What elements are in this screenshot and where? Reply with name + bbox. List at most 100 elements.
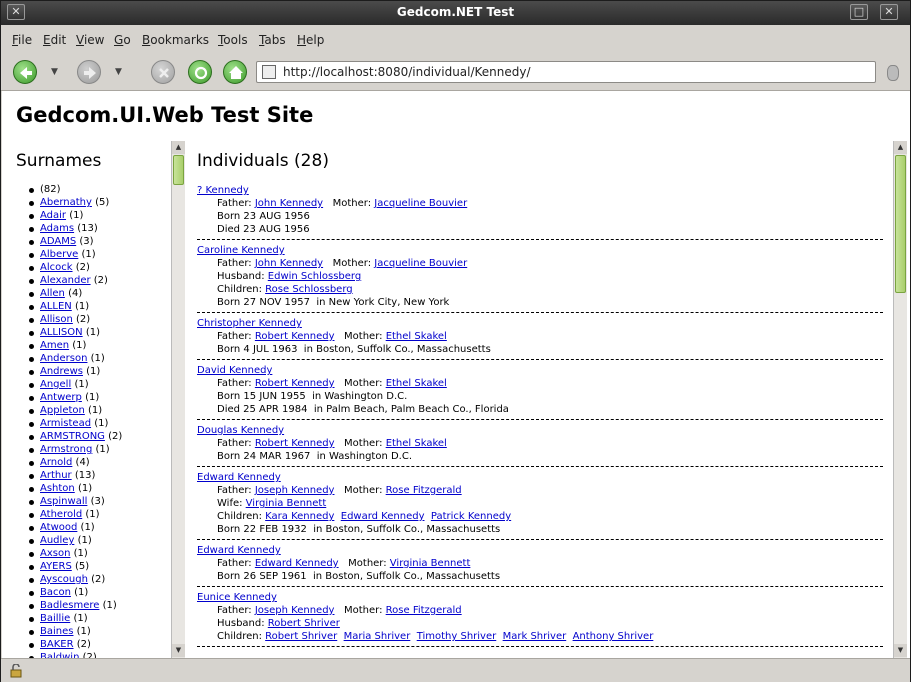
forward-arrow-icon[interactable] <box>77 60 101 84</box>
surname-link[interactable]: Axson <box>40 548 70 559</box>
surname-link[interactable]: Badlesmere <box>40 600 99 611</box>
surname-item: ARMSTRONG (2) <box>28 430 122 443</box>
surname-link[interactable]: Arthur <box>40 470 72 481</box>
surname-link[interactable]: Armistead <box>40 418 91 429</box>
surname-link[interactable]: Antwerp <box>40 392 82 403</box>
surname-link[interactable]: Andrews <box>40 366 83 377</box>
surnames-scrollbar[interactable]: ▲ ▼ <box>171 141 185 658</box>
surname-link[interactable]: Armstrong <box>40 444 92 455</box>
forward-history-chevron-icon[interactable]: ▼ <box>115 67 122 77</box>
relative-link[interactable]: Maria Shriver <box>344 631 411 642</box>
relative-link[interactable]: Virginia Bennett <box>390 558 471 569</box>
menu-bookmarks[interactable]: Bookmarks <box>142 33 209 47</box>
individual-name-link[interactable]: Caroline Kennedy <box>197 245 285 256</box>
surname-link[interactable]: Aspinwall <box>40 496 87 507</box>
surname-link[interactable]: BAKER <box>40 639 74 650</box>
surname-link[interactable]: ADAMS <box>40 236 76 247</box>
scrollbar-thumb[interactable] <box>895 155 906 293</box>
surname-link[interactable]: Abernathy <box>40 197 92 208</box>
menu-tools[interactable]: Tools <box>218 33 248 47</box>
surname-link[interactable]: Alberve <box>40 249 78 260</box>
relative-link[interactable]: Edward Kennedy <box>341 511 425 522</box>
back-arrow-icon[interactable] <box>13 60 37 84</box>
individual-name-link[interactable]: David Kennedy <box>197 365 272 376</box>
surname-link[interactable]: Amen <box>40 340 69 351</box>
relative-link[interactable]: Ethel Skakel <box>386 438 447 449</box>
surname-link[interactable]: Anderson <box>40 353 87 364</box>
relative-link[interactable]: Jacqueline Bouvier <box>374 258 467 269</box>
relative-link[interactable]: Robert Kennedy <box>255 331 335 342</box>
relative-link[interactable]: Robert Shriver <box>268 618 340 629</box>
relative-link[interactable]: Ethel Skakel <box>386 378 447 389</box>
back-history-chevron-icon[interactable]: ▼ <box>51 67 58 77</box>
relative-link[interactable]: Edward Kennedy <box>255 558 339 569</box>
menu-view[interactable]: View <box>76 33 104 47</box>
surname-link[interactable]: Allen <box>40 288 65 299</box>
stop-icon[interactable] <box>151 60 175 84</box>
surname-link[interactable]: ARMSTRONG <box>40 431 105 442</box>
close-window-right-icon[interactable]: ✕ <box>880 4 898 20</box>
surname-link[interactable]: Adair <box>40 210 66 221</box>
relative-link[interactable]: Edwin Schlossberg <box>268 271 361 282</box>
address-url[interactable]: http://localhost:8080/individual/Kennedy… <box>283 65 531 79</box>
relative-link[interactable]: Ethel Skakel <box>386 331 447 342</box>
relative-link[interactable]: Timothy Shriver <box>417 631 497 642</box>
surname-link[interactable]: Atwood <box>40 522 77 533</box>
relative-link[interactable]: Rose Fitzgerald <box>386 485 462 496</box>
relative-link[interactable]: Kara Kennedy <box>265 511 334 522</box>
scroll-down-arrow-icon[interactable]: ▼ <box>172 644 185 657</box>
individual-name-link[interactable]: Edward Kennedy <box>197 545 281 556</box>
menu-go[interactable]: Go <box>114 33 131 47</box>
surname-link[interactable]: Audley <box>40 535 74 546</box>
surname-link[interactable]: Alcock <box>40 262 73 273</box>
surname-link[interactable]: Angell <box>40 379 71 390</box>
menu-file[interactable]: File <box>12 33 32 47</box>
unlocked-padlock-icon <box>10 664 22 678</box>
menu-tabs[interactable]: Tabs <box>259 33 286 47</box>
relative-link[interactable]: Joseph Kennedy <box>255 605 335 616</box>
surname-link[interactable]: Baillie <box>40 613 70 624</box>
relative-link[interactable]: Joseph Kennedy <box>255 485 335 496</box>
address-bar[interactable]: http://localhost:8080/individual/Kennedy… <box>256 61 876 83</box>
individual-name-link[interactable]: Eunice Kennedy <box>197 592 277 603</box>
surname-link[interactable]: AYERS <box>40 561 72 572</box>
relative-link[interactable]: Virginia Bennett <box>246 498 327 509</box>
surname-link[interactable]: Allison <box>40 314 73 325</box>
relative-link[interactable]: Jacqueline Bouvier <box>374 198 467 209</box>
relative-link[interactable]: Robert Kennedy <box>255 378 335 389</box>
maximize-window-icon[interactable]: □ <box>850 4 868 20</box>
surname-link[interactable]: Ayscough <box>40 574 88 585</box>
relative-link[interactable]: Anthony Shriver <box>573 631 654 642</box>
reload-icon[interactable] <box>188 60 212 84</box>
home-icon[interactable] <box>223 60 247 84</box>
individual-name-link[interactable]: Christopher Kennedy <box>197 318 302 329</box>
surname-link[interactable]: ALLISON <box>40 327 83 338</box>
surname-link[interactable]: Baines <box>40 626 73 637</box>
surname-link[interactable]: Adams <box>40 223 74 234</box>
relative-link[interactable]: Mark Shriver <box>503 631 567 642</box>
relative-link[interactable]: John Kennedy <box>255 258 323 269</box>
individual-name-link[interactable]: Edward Kennedy <box>197 472 281 483</box>
scroll-up-arrow-icon[interactable]: ▲ <box>172 141 185 154</box>
relative-link[interactable]: Robert Shriver <box>265 631 337 642</box>
scroll-down-arrow-icon[interactable]: ▼ <box>894 644 907 657</box>
relative-link[interactable]: Robert Kennedy <box>255 438 335 449</box>
surname-link[interactable]: Bacon <box>40 587 71 598</box>
surname-link[interactable]: Ashton <box>40 483 75 494</box>
menu-help[interactable]: Help <box>297 33 324 47</box>
scroll-up-arrow-icon[interactable]: ▲ <box>894 141 907 154</box>
relative-link[interactable]: John Kennedy <box>255 198 323 209</box>
surname-link[interactable]: Appleton <box>40 405 85 416</box>
individual-name-link[interactable]: ? Kennedy <box>197 185 249 196</box>
relative-link[interactable]: Rose Fitzgerald <box>386 605 462 616</box>
menu-edit[interactable]: Edit <box>43 33 66 47</box>
individuals-scrollbar[interactable]: ▲ ▼ <box>893 141 907 658</box>
scrollbar-thumb[interactable] <box>173 155 184 185</box>
relative-link[interactable]: Rose Schlossberg <box>265 284 352 295</box>
surname-link[interactable]: Atherold <box>40 509 82 520</box>
surname-link[interactable]: Arnold <box>40 457 72 468</box>
individual-name-link[interactable]: Douglas Kennedy <box>197 425 284 436</box>
relative-link[interactable]: Patrick Kennedy <box>431 511 511 522</box>
surname-link[interactable]: ALLEN <box>40 301 72 312</box>
surname-link[interactable]: Alexander <box>40 275 91 286</box>
